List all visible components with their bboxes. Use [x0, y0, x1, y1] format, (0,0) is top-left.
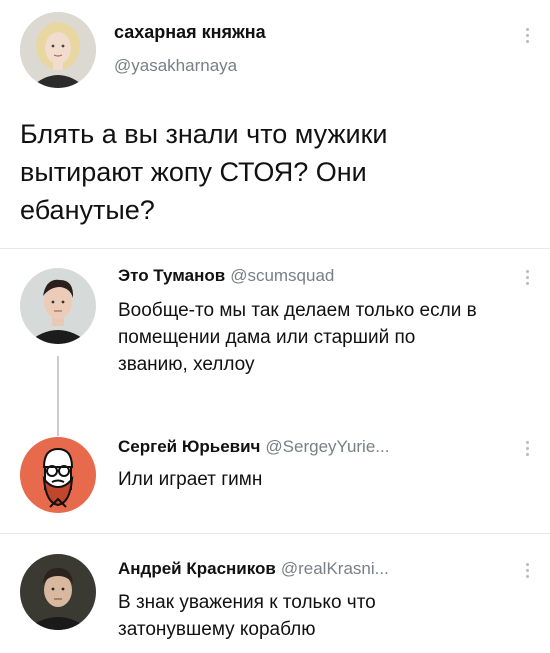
more-vertical-icon[interactable] [524, 28, 530, 46]
reply-1-author-name[interactable]: Это Туманов [118, 266, 225, 285]
main-author-handle[interactable]: @yasakharnaya [114, 56, 237, 76]
more-vertical-icon[interactable] [524, 270, 530, 288]
more-vertical-icon[interactable] [524, 441, 530, 459]
main-author-name[interactable]: сахарная княжна [114, 22, 266, 43]
reply-1-header: Это Туманов @scumsquad [118, 266, 334, 286]
reply-3-avatar[interactable] [20, 554, 96, 630]
reply-3-author-handle[interactable]: @realKrasni... [281, 559, 389, 578]
main-author-avatar[interactable] [20, 12, 96, 88]
main-tweet: сахарная княжна @yasakharnaya Блять а вы… [0, 0, 550, 248]
more-vertical-icon[interactable] [524, 563, 530, 581]
reply-2-author-name[interactable]: Сергей Юрьевич [118, 437, 260, 456]
reply-3-text: В знак уважения к только что затонувшему… [118, 592, 376, 640]
reply-2-author-handle[interactable]: @SergeyYurie... [265, 437, 389, 456]
reply-3-author-name[interactable]: Андрей Красников [118, 559, 276, 578]
reply-2-text: Или играет гимн [118, 469, 263, 490]
divider [0, 533, 550, 534]
thread-line [57, 356, 59, 436]
reply-2-avatar[interactable] [20, 437, 96, 513]
reply-1-author-handle[interactable]: @scumsquad [230, 266, 334, 285]
reply-1-text: Вообще-то мы так делаем только если в по… [118, 300, 477, 375]
divider [0, 248, 550, 249]
reply-3-header: Андрей Красников @realKrasni... [118, 559, 389, 579]
reply-1-avatar[interactable] [20, 268, 96, 344]
main-tweet-text: Блять а вы знали что мужики вытирают жоп… [20, 119, 388, 225]
reply-2-header: Сергей Юрьевич @SergeyYurie... [118, 437, 389, 457]
